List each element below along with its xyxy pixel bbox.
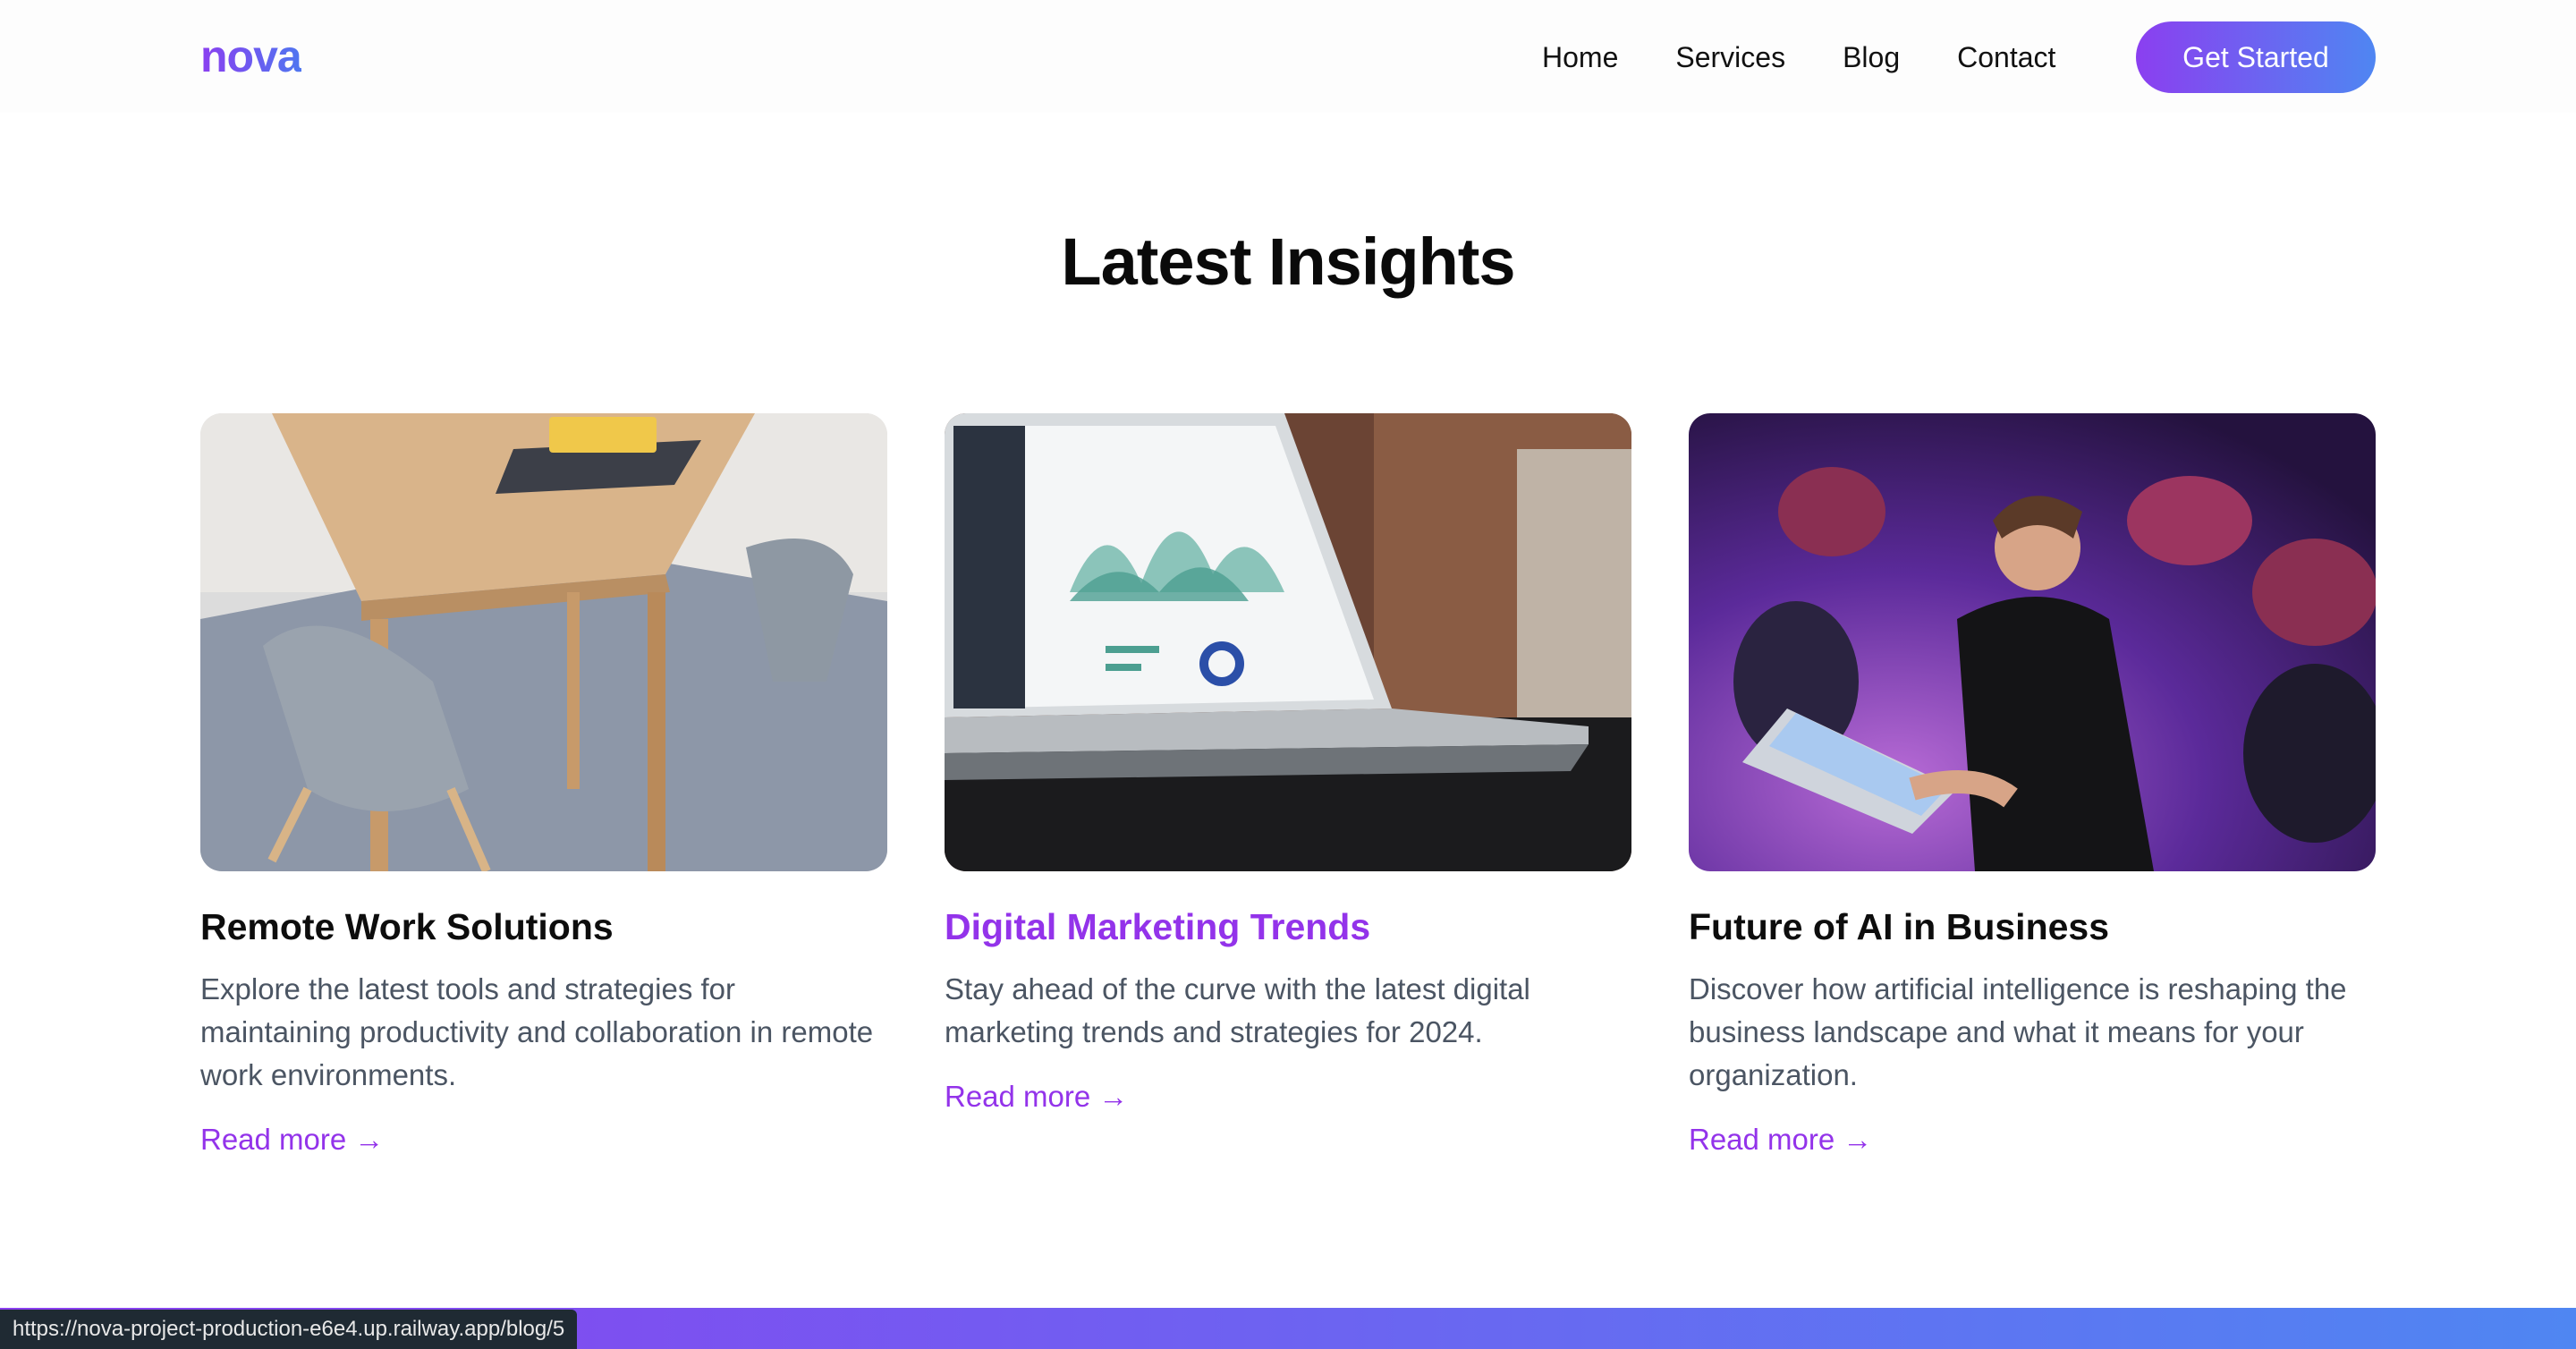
laptop-analytics-dashboard-photo[interactable]: [945, 413, 1631, 871]
desk-with-chair-and-tablet-photo[interactable]: [200, 413, 887, 871]
logo[interactable]: nova: [200, 30, 302, 82]
get-started-button[interactable]: Get Started: [2136, 21, 2376, 93]
site-header: nova Home Services Blog Contact Get Star…: [0, 0, 2576, 113]
card-description: Stay ahead of the curve with the latest …: [945, 972, 1530, 1048]
blog-card: Remote Work Solutions Explore the latest…: [200, 413, 887, 1161]
card-description: Explore the latest tools and strategies …: [200, 972, 874, 1091]
nav-contact-link[interactable]: Contact: [1957, 36, 2055, 79]
read-more-link[interactable]: Read more →: [200, 1118, 384, 1161]
card-title[interactable]: Digital Marketing Trends: [945, 904, 1631, 950]
card-title[interactable]: Future of AI in Business: [1689, 904, 2376, 950]
nav-home-link[interactable]: Home: [1542, 36, 1618, 79]
card-title[interactable]: Remote Work Solutions: [200, 904, 887, 950]
read-more-link[interactable]: Read more →: [1689, 1118, 1872, 1161]
read-more-link[interactable]: Read more →: [945, 1075, 1128, 1118]
main-nav: Home Services Blog Contact: [1542, 36, 2113, 79]
card-description: Discover how artificial intelligence is …: [1689, 972, 2347, 1091]
blog-card: Future of AI in Business Discover how ar…: [1689, 413, 2376, 1161]
developer-at-hackathon-photo[interactable]: [1689, 413, 2376, 871]
blog-card: Digital Marketing Trends Stay ahead of t…: [945, 413, 1631, 1118]
browser-status-url: https://nova-project-production-e6e4.up.…: [0, 1310, 578, 1349]
nav-blog-link[interactable]: Blog: [1843, 36, 1900, 79]
nav-services-link[interactable]: Services: [1675, 36, 1785, 79]
section-title: Latest Insights: [1061, 225, 1515, 299]
page: nova Home Services Blog Contact Get Star…: [0, 0, 2576, 1349]
